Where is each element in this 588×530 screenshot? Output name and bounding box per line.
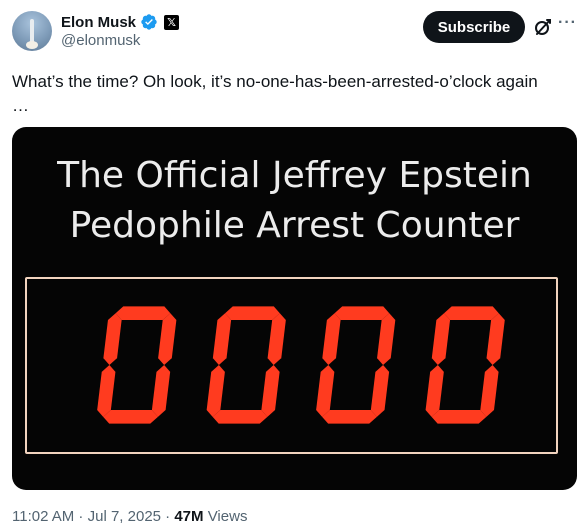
digit-segment [425,365,444,417]
media-title-line-1: The Official Jeffrey Epstein [57,155,532,196]
digit-segment [486,313,505,366]
tweet-media-image[interactable]: The Official Jeffrey Epstein Pedophile A… [12,127,577,490]
digit-segment [212,313,232,366]
digit-segment [115,306,171,321]
tweet-text-ellipsis: … [12,96,29,115]
digit-segment [206,365,225,417]
more-options-icon[interactable]: ··· [558,14,580,34]
media-title-line-2: Pedophile Arrest Counter [69,205,520,246]
author-handle[interactable]: @elonmusk [61,32,140,49]
digit-segment [322,313,341,366]
author-name-row: Elon Musk 𝕏 [61,12,180,32]
plume-shape [26,41,38,49]
separator: · [74,508,88,525]
digit-segment [97,365,116,417]
views-count: 47M [174,508,204,525]
digit-segment [334,306,390,321]
counter-digits [97,306,505,424]
digit-segment [261,365,280,417]
tweet-time[interactable]: 11:02 AM [12,508,74,525]
subscribe-button[interactable]: Subscribe [423,11,525,43]
digit-segment [103,313,122,366]
author-name[interactable]: Elon Musk [61,14,136,31]
tweet-text: What’s the time? Oh look, it’s no-one-ha… [12,70,577,118]
rocket-icon [30,19,34,43]
x-logo-icon: 𝕏 [164,14,180,30]
tweet-meta: 11:02 AM · Jul 7, 2025 · 47M Views [12,508,247,525]
grok-icon[interactable] [533,17,553,37]
digit-segment [377,313,396,366]
separator: · [161,508,175,525]
digit-segment [431,409,487,424]
digit-segment [431,313,451,366]
media-title: The Official Jeffrey Epstein Pedophile A… [12,151,577,251]
digit-segment [225,306,280,321]
digit-segment [322,409,377,424]
digit-segment [316,365,335,417]
tweet-date[interactable]: Jul 7, 2025 [88,508,161,525]
digit-segment [480,365,499,417]
digit-segment [158,313,177,366]
views-label: Views [203,508,248,525]
counter-display [25,277,558,454]
digit-segment [370,365,390,417]
digit-segment [212,409,268,424]
digit-segment [103,409,158,424]
tweet-text-line: What’s the time? Oh look, it’s no-one-ha… [12,72,538,91]
digit-segment [267,313,286,366]
verified-badge-icon[interactable] [140,13,158,31]
digit-segment [151,365,171,417]
digit-segment [444,306,499,321]
avatar[interactable] [12,11,52,51]
